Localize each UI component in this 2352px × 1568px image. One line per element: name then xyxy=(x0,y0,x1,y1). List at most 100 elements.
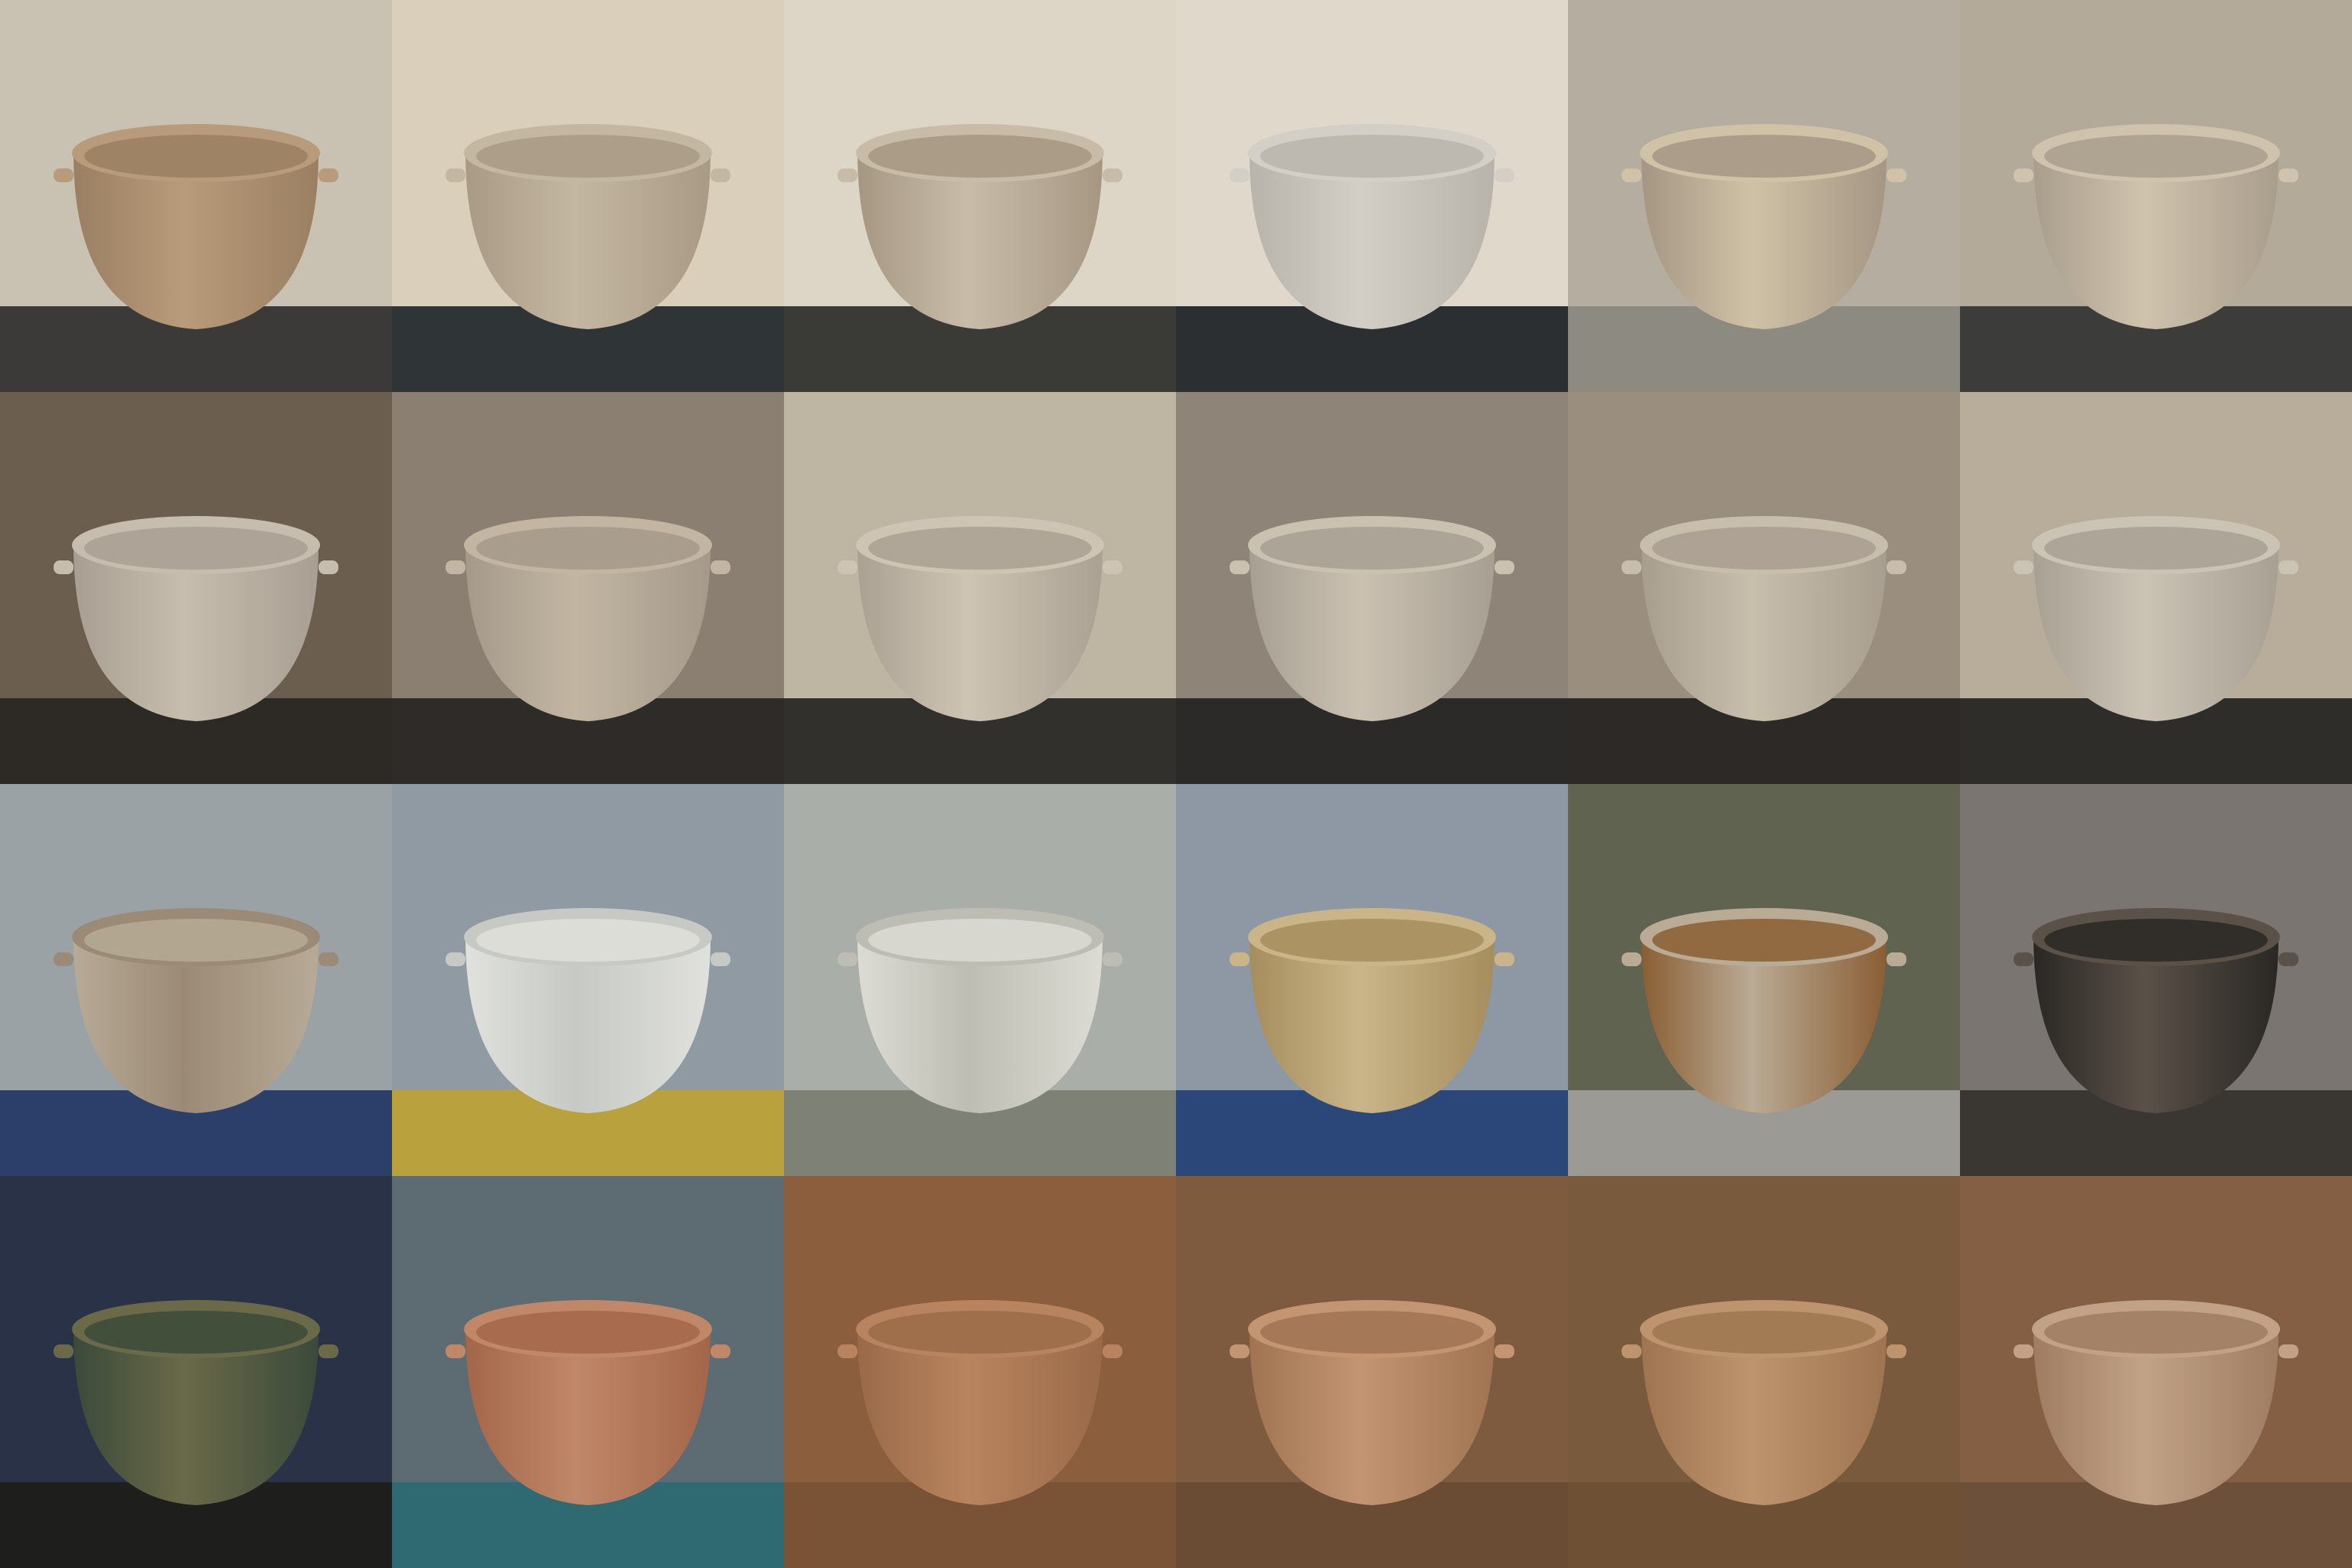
pot-handle-left xyxy=(838,560,858,574)
tile-scene xyxy=(1176,784,1568,1176)
pot-handle-right xyxy=(1886,1344,1906,1358)
pot-interior xyxy=(1652,135,1876,178)
tile-scene xyxy=(392,1176,784,1568)
grid-tile-17 xyxy=(1568,784,1960,1176)
pot-interior xyxy=(868,919,1092,962)
tile-scene xyxy=(1176,0,1568,392)
pot-interior xyxy=(476,135,700,178)
pot-interior xyxy=(2044,135,2268,178)
pot-handle-left xyxy=(54,1344,74,1358)
tile-scene xyxy=(784,1176,1176,1568)
grid-tile-6 xyxy=(1960,0,2352,392)
pot-interior xyxy=(868,527,1092,570)
pot-handle-left xyxy=(2014,1344,2034,1358)
grid-tile-21 xyxy=(784,1176,1176,1568)
grid-tile-10 xyxy=(1176,392,1568,784)
grid-tile-22 xyxy=(1176,1176,1568,1568)
pot-handle-left xyxy=(446,952,466,966)
pot-handle-right xyxy=(1102,560,1122,574)
pot-interior xyxy=(1652,527,1876,570)
tile-scene xyxy=(1960,392,2352,784)
tile-scene xyxy=(0,784,392,1176)
pot-handle-left xyxy=(838,168,858,182)
pot-handle-right xyxy=(318,168,338,182)
pot-interior xyxy=(84,527,308,570)
pot-handle-left xyxy=(54,560,74,574)
pot-interior xyxy=(2044,1311,2268,1354)
pot-interior xyxy=(1260,919,1484,962)
tile-scene xyxy=(1568,392,1960,784)
grid-tile-19 xyxy=(0,1176,392,1568)
tile-scene xyxy=(1960,0,2352,392)
pot-interior xyxy=(1652,1311,1876,1354)
pot-handle-right xyxy=(1494,560,1514,574)
pot-handle-right xyxy=(1494,1344,1514,1358)
pot-handle-left xyxy=(54,952,74,966)
grid-tile-5 xyxy=(1568,0,1960,392)
grid-tile-2 xyxy=(392,0,784,392)
tile-scene xyxy=(784,0,1176,392)
pot-handle-right xyxy=(318,560,338,574)
pot-handle-left xyxy=(838,1344,858,1358)
tile-scene xyxy=(1568,1176,1960,1568)
tile-scene xyxy=(1176,1176,1568,1568)
pot-interior xyxy=(1652,919,1876,962)
grid-tile-18 xyxy=(1960,784,2352,1176)
image-grid xyxy=(0,0,2352,1568)
pot-interior xyxy=(868,1311,1092,1354)
tile-scene xyxy=(1960,1176,2352,1568)
tile-scene xyxy=(392,392,784,784)
pot-handle-left xyxy=(54,168,74,182)
pot-handle-right xyxy=(1102,168,1122,182)
pot-interior xyxy=(476,1311,700,1354)
tile-scene xyxy=(784,784,1176,1176)
pot-handle-left xyxy=(1622,560,1642,574)
pot-interior xyxy=(84,919,308,962)
pot-handle-left xyxy=(2014,560,2034,574)
pot-handle-right xyxy=(2278,1344,2298,1358)
pot-handle-left xyxy=(838,952,858,966)
grid-tile-12 xyxy=(1960,392,2352,784)
grid-tile-16 xyxy=(1176,784,1568,1176)
pot-handle-right xyxy=(1886,952,1906,966)
grid-tile-14 xyxy=(392,784,784,1176)
pot-interior xyxy=(1260,1311,1484,1354)
tile-scene xyxy=(1176,392,1568,784)
pot-handle-right xyxy=(1886,168,1906,182)
grid-tile-24 xyxy=(1960,1176,2352,1568)
tile-scene xyxy=(0,392,392,784)
pot-handle-right xyxy=(2278,560,2298,574)
pot-interior xyxy=(476,527,700,570)
grid-tile-4 xyxy=(1176,0,1568,392)
pot-handle-right xyxy=(1102,1344,1122,1358)
pot-handle-right xyxy=(1102,952,1122,966)
pot-handle-right xyxy=(318,952,338,966)
tile-scene xyxy=(1568,0,1960,392)
pot-interior xyxy=(1260,135,1484,178)
pot-handle-right xyxy=(710,952,730,966)
pot-handle-right xyxy=(318,1344,338,1358)
pot-handle-left xyxy=(1230,952,1250,966)
pot-handle-left xyxy=(1622,952,1642,966)
tile-scene xyxy=(0,1176,392,1568)
pot-interior xyxy=(2044,919,2268,962)
pot-handle-left xyxy=(1622,1344,1642,1358)
pot-handle-right xyxy=(1494,952,1514,966)
grid-tile-1 xyxy=(0,0,392,392)
grid-tile-7 xyxy=(0,392,392,784)
grid-tile-23 xyxy=(1568,1176,1960,1568)
pot-handle-right xyxy=(2278,952,2298,966)
tile-scene xyxy=(392,0,784,392)
tile-scene xyxy=(0,0,392,392)
grid-tile-20 xyxy=(392,1176,784,1568)
pot-interior xyxy=(476,919,700,962)
pot-handle-left xyxy=(1622,168,1642,182)
grid-tile-15 xyxy=(784,784,1176,1176)
tile-scene xyxy=(1568,784,1960,1176)
grid-tile-13 xyxy=(0,784,392,1176)
pot-interior xyxy=(1260,527,1484,570)
pot-interior xyxy=(84,1311,308,1354)
pot-handle-left xyxy=(446,1344,466,1358)
pot-handle-right xyxy=(710,560,730,574)
pot-handle-right xyxy=(2278,168,2298,182)
